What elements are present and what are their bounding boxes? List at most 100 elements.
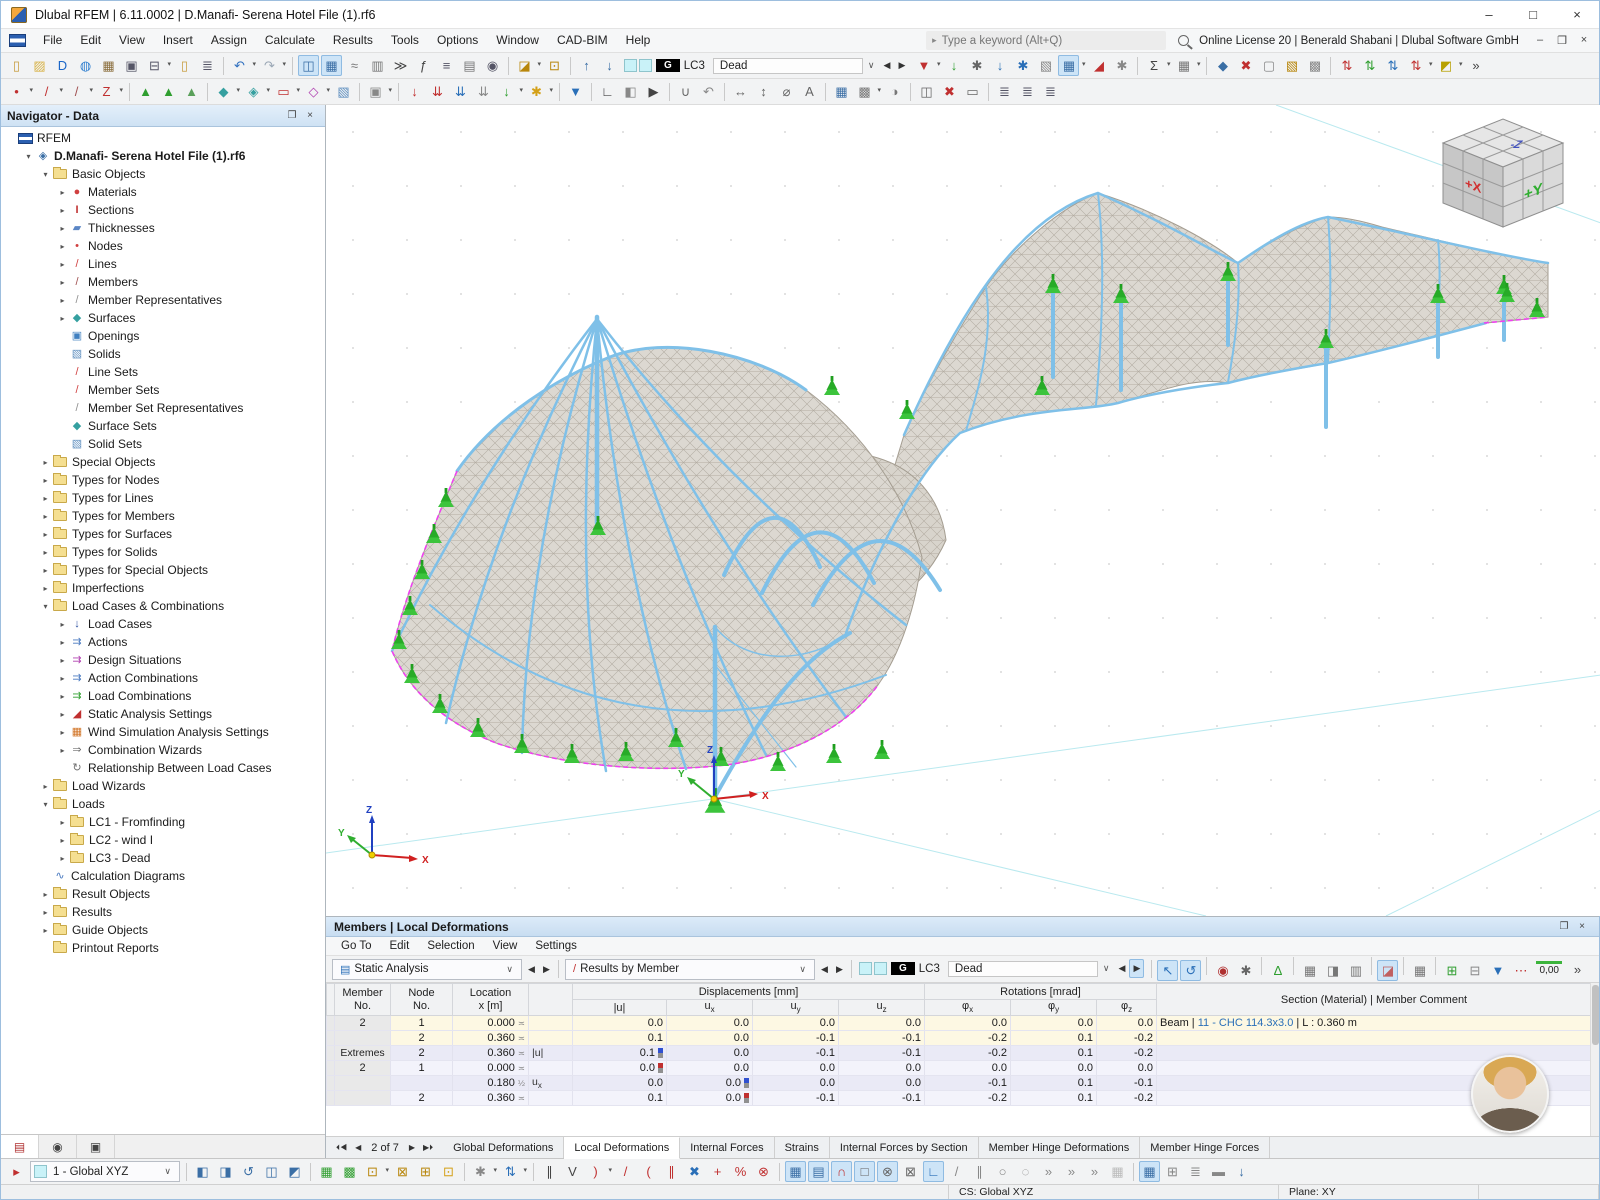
arrow-snap-3-icon[interactable]: » [1084,1161,1105,1182]
diameter-symbol-icon[interactable]: ⌀ [776,81,797,102]
search-icon[interactable] [1178,35,1189,46]
snap-grid-icon[interactable]: ▤ [808,1161,829,1182]
export-table-icon[interactable]: ⊟ [1464,960,1485,981]
guide-objects-icon[interactable]: ✱▾ [470,1161,491,1182]
new-member-icon[interactable]: /▾ [66,81,87,102]
edit-solid-icon[interactable]: ▧ [1281,55,1302,76]
table-sections-icon[interactable]: ▥ [1345,960,1366,981]
redo-icon[interactable]: ↷▾ [259,55,280,76]
tree-item-openings[interactable]: ▣Openings [1,327,325,345]
tree-item-surfaces[interactable]: ▸◆Surfaces [1,309,325,327]
console-icon[interactable]: ≫ [390,55,411,76]
tree-item-lc2-wind-i[interactable]: ▸LC2 - wind I [1,831,325,849]
grid-ghost-icon[interactable]: ▦ [1107,1161,1128,1182]
tree-item-types-for-solids[interactable]: ▸Types for Solids [1,543,325,561]
parallel-tool-icon[interactable]: ∥ [661,1161,682,1182]
arrow-snap-2-icon[interactable]: » [1061,1161,1082,1182]
first-page-icon[interactable]: ⏴◀ [332,1143,351,1153]
check-model-icon[interactable]: ▦▾ [1173,55,1194,76]
table-row[interactable]: 20.360≍0.10.0-0.1-0.1-0.20.1-0.2 [327,1031,1592,1046]
new-opening-icon[interactable]: ▣▾ [365,81,386,102]
move-copy-icon[interactable]: ◨ [215,1161,236,1182]
results-prev-button[interactable]: ◀ [817,960,832,979]
analysis-prev-button[interactable]: ◀ [524,960,539,979]
script-editor-icon[interactable]: ƒ [413,55,434,76]
render-mode-icon[interactable]: ▩▾ [854,81,875,102]
work-plane-icon[interactable]: ⊞ [1162,1161,1183,1182]
arc-tool-icon[interactable]: )▾ [585,1161,606,1182]
selection-mode-icon[interactable]: ▸ [6,1161,27,1182]
list-views-icon[interactable]: ≣ [1040,81,1061,102]
tree-item-printout-reports[interactable]: Printout Reports [1,939,325,957]
show-solid-results-icon[interactable]: ▧ [1035,55,1056,76]
snap-rect-icon[interactable]: □ [854,1161,875,1182]
mode-shape-icon[interactable]: ∪ [675,81,696,102]
tree-item-load-combinations[interactable]: ▸⇉Load Combinations [1,687,325,705]
new-model-icon[interactable]: ▯ [6,55,27,76]
table-layout-icon[interactable]: ▦ [1409,960,1430,981]
new-printout-report-icon[interactable]: ▯ [174,55,195,76]
panel-menu-settings[interactable]: Settings [526,937,586,955]
analysis-type-combo[interactable]: ▤ Static Analysis ∨ [332,959,522,980]
tree-expander-icon[interactable]: ▸ [56,224,69,233]
tree-expander-icon[interactable]: ▸ [39,926,52,935]
prev-page-icon[interactable]: ◀ [351,1143,365,1152]
child-restore-button[interactable]: ❐ [1551,34,1573,47]
tree-expander-icon[interactable]: ▸ [56,188,69,197]
show-values-toggle-icon[interactable]: ✱ [1235,960,1256,981]
tree-item-basic-objects[interactable]: ▾Basic Objects [1,165,325,183]
lc-prev-button[interactable]: ◀ [1114,959,1129,978]
new-solid-icon[interactable]: ▧ [333,81,354,102]
tree-item-results[interactable]: ▸Results [1,903,325,921]
tree-expander-icon[interactable]: ▸ [56,818,69,827]
panel-menu-go-to[interactable]: Go To [332,937,380,955]
annotation-icon[interactable]: A [799,81,820,102]
tree-item-static-analysis-settings[interactable]: ▸◢Static Analysis Settings [1,705,325,723]
model-canvas[interactable]: Z X Y Z X Y [326,105,1600,916]
menu-edit[interactable]: Edit [71,29,110,52]
table-filter-icon[interactable]: ▼ [1487,960,1508,981]
lc-name-dropdown[interactable]: Dead [713,58,863,74]
panel-menu-edit[interactable]: Edit [380,937,418,955]
tree-item-lc3-dead[interactable]: ▸LC3 - Dead [1,849,325,867]
tree-expander-icon[interactable]: ▸ [39,494,52,503]
result-diagram-icon[interactable]: ◢ [1088,55,1109,76]
printout-report-icon[interactable]: ≣ [197,55,218,76]
menu-results[interactable]: Results [324,29,382,52]
tree-item-member-representatives[interactable]: ▸/Member Representatives [1,291,325,309]
result-diagram-toggle-icon[interactable]: ◉ [1212,960,1233,981]
tree-expander-icon[interactable]: ▸ [56,638,69,647]
arrow-snap-1-icon[interactable]: » [1038,1161,1059,1182]
rotate-object-icon[interactable]: ↺ [238,1161,259,1182]
pin-view-icon[interactable]: ↓ [1231,1161,1252,1182]
tree-item-materials[interactable]: ▸●Materials [1,183,325,201]
results-tab-member-hinge-deformations[interactable]: Member Hinge Deformations [979,1137,1141,1158]
bar-in-cell-icon[interactable]: ◪ [1377,960,1398,981]
keyword-search[interactable]: ▸ [926,31,1166,50]
tree-item-types-for-nodes[interactable]: ▸Types for Nodes [1,471,325,489]
numbering-icon[interactable]: ⊡ [438,1161,459,1182]
lc-next-button[interactable]: ▶ [894,56,909,75]
toolbar-overflow-icon[interactable]: » [1567,959,1588,980]
menu-cad-bim[interactable]: CAD-BIM [548,29,617,52]
coordinate-system-combo[interactable]: 1 - Global XYZ∨ [30,1161,180,1182]
tree-expander-icon[interactable]: ▸ [39,584,52,593]
export-excel-icon[interactable]: ⊞ [1441,960,1462,981]
navigator-display-tab[interactable]: ◉ [39,1135,77,1158]
list-tables-icon[interactable]: ≣ [994,81,1015,102]
tree-item-combination-wizards[interactable]: ▸⇒Combination Wizards [1,741,325,759]
render-bottom-icon[interactable]: ▬ [1208,1161,1229,1182]
new-line-icon[interactable]: /▾ [36,81,57,102]
tree-expander-icon[interactable]: ▸ [56,836,69,845]
construction-circle-icon[interactable]: ○ [992,1161,1013,1182]
tree-item-design-situations[interactable]: ▸⇉Design Situations [1,651,325,669]
tree-item-rfem[interactable]: RFEM [1,129,325,147]
tree-item-member-set-representatives[interactable]: /Member Set Representatives [1,399,325,417]
undo-icon[interactable]: ↶▾ [229,55,250,76]
new-imposed-load-icon[interactable]: ↓▾ [496,81,517,102]
tree-item-types-for-lines[interactable]: ▸Types for Lines [1,489,325,507]
tree-expander-icon[interactable]: ▾ [39,170,52,179]
chevron-down-icon[interactable]: ∨ [1098,963,1115,974]
snap-ortho-icon[interactable]: ∟ [923,1161,944,1182]
navigator-panel-toggle-icon[interactable]: ◫ [298,55,319,76]
